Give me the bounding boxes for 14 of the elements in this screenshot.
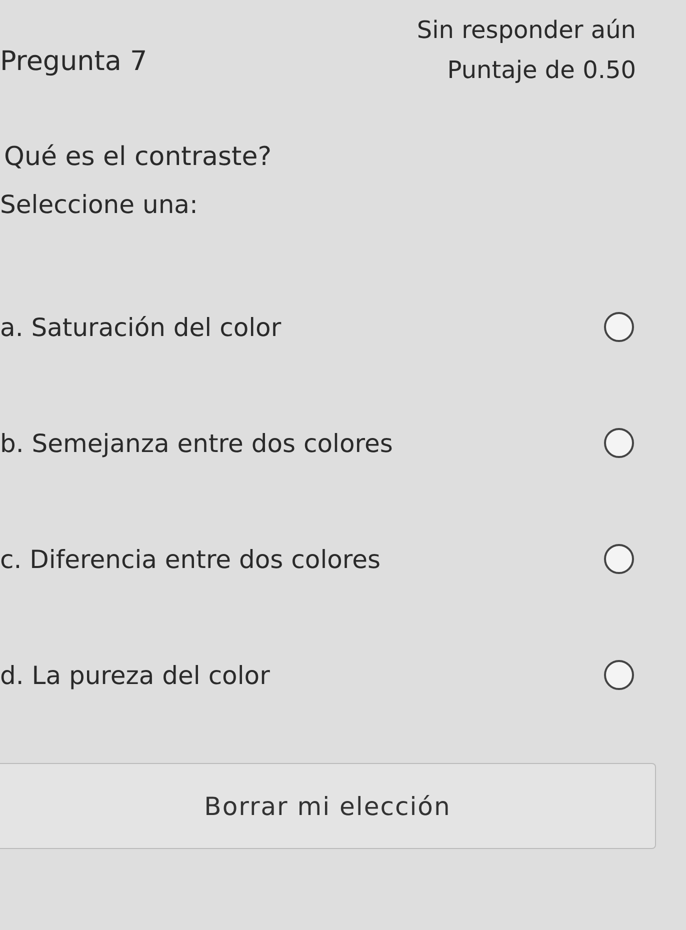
question-text: Qué es el contraste?	[3, 142, 273, 172]
instruction-text: Seleccione una:	[0, 190, 199, 219]
radio-button[interactable]	[604, 544, 634, 574]
radio-button[interactable]	[604, 660, 634, 690]
option-label: c. Diferencia entre dos colores	[0, 544, 381, 574]
option-label: b. Semejanza entre dos colores	[0, 428, 393, 458]
question-status: Sin responder aún	[416, 15, 636, 46]
question-title: Pregunta 7	[0, 46, 148, 79]
question-points: Puntaje de 0.50	[446, 55, 636, 86]
radio-button[interactable]	[604, 312, 634, 342]
option-label: a. Saturación del color	[0, 312, 282, 342]
clear-choice-button[interactable]: Borrar mi elección	[0, 763, 656, 849]
option-label: d. La pureza del color	[0, 660, 270, 690]
radio-button[interactable]	[604, 428, 634, 458]
